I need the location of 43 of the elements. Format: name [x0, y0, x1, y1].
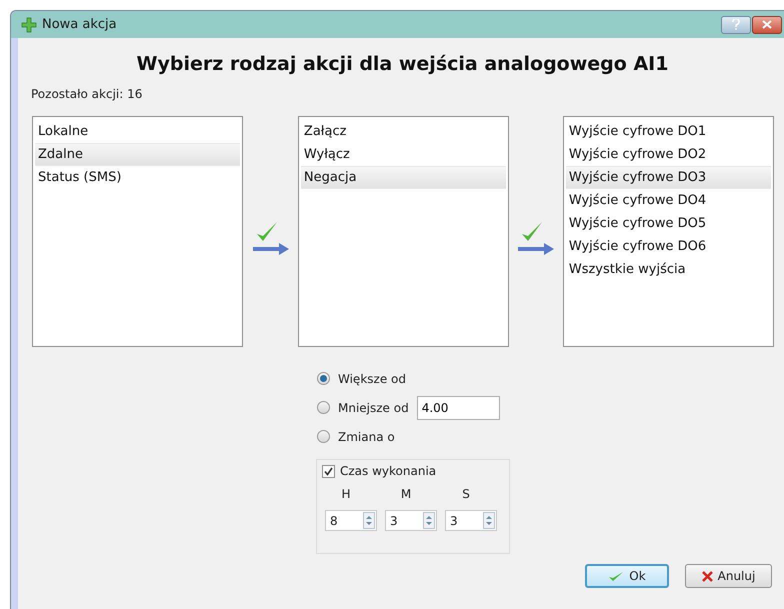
list-item[interactable]: Wyjście cyfrowe DO2 — [566, 143, 772, 166]
close-icon — [762, 20, 772, 29]
remaining-actions-label: Pozostało akcji: 16 — [31, 86, 144, 103]
list-item[interactable]: Załącz — [300, 120, 506, 143]
ok-button[interactable]: Ok — [585, 564, 669, 588]
check-icon — [608, 570, 624, 582]
radio-button[interactable] — [317, 372, 330, 385]
radio-label: Zmiana o — [338, 428, 395, 446]
radio-label: Większe od — [338, 370, 406, 388]
help-button[interactable] — [721, 16, 751, 34]
list-item[interactable]: Wyjście cyfrowe DO4 — [566, 189, 772, 212]
dialog-heading: Wybierz rodzaj akcji dla wejścia analogowego AI1 — [136, 52, 670, 76]
list-item[interactable]: Zdalne — [35, 143, 240, 166]
cancel-button[interactable]: Anuluj — [685, 564, 772, 588]
spin-box[interactable]: 3 — [385, 510, 437, 531]
time-unit-label: S — [462, 486, 470, 502]
time-unit-label: M — [400, 486, 412, 502]
checkbox[interactable] — [322, 464, 335, 478]
radio-button[interactable] — [317, 430, 330, 443]
list-item[interactable]: Wyjście cyfrowe DO3 — [566, 166, 772, 189]
radio-button[interactable] — [317, 401, 330, 414]
value-field[interactable]: 4.00 — [416, 396, 500, 420]
close-button[interactable] — [752, 16, 782, 34]
list-item[interactable]: Wyjście cyfrowe DO6 — [566, 235, 772, 258]
list-item[interactable]: Wyjście cyfrowe DO1 — [566, 120, 772, 143]
list-item[interactable]: Wyjście cyfrowe DO5 — [566, 212, 772, 235]
list-item[interactable]: Wszystkie wyjścia — [566, 258, 772, 281]
spin-box[interactable]: 8 — [325, 510, 377, 531]
spin-arrows-icon — [363, 512, 375, 529]
spin-arrows-icon — [423, 512, 435, 529]
list-item[interactable]: Negacja — [300, 166, 506, 189]
spin-arrows-icon — [483, 512, 495, 529]
help-icon — [732, 19, 740, 30]
list-item[interactable]: Status (SMS) — [35, 166, 240, 189]
time-unit-label: H — [341, 486, 351, 502]
plus-icon — [21, 16, 37, 32]
spin-box[interactable]: 3 — [445, 510, 497, 531]
radio-label: Mniejsze od — [338, 400, 409, 416]
checkbox-label: Czas wykonania — [340, 463, 436, 480]
window-title: Nowa akcja — [42, 16, 117, 34]
cross-icon — [702, 570, 713, 582]
list-item[interactable]: Lokalne — [35, 120, 240, 143]
list-item[interactable]: Wyłącz — [300, 143, 506, 166]
